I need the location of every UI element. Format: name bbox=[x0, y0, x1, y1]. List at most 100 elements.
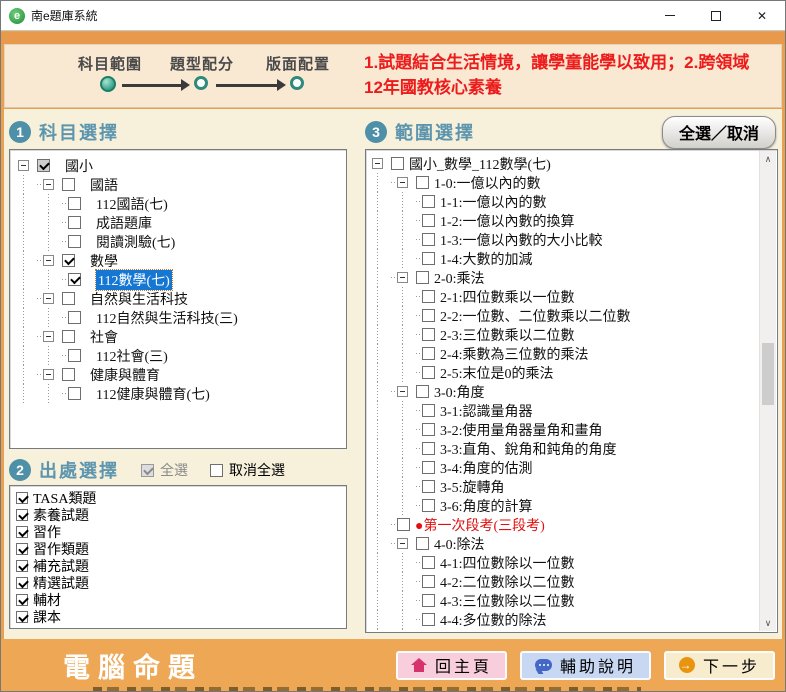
collapse-icon[interactable] bbox=[43, 179, 54, 190]
tree-label[interactable]: 1-0:一億以內的數 bbox=[434, 173, 541, 193]
tree-checkbox[interactable] bbox=[422, 404, 435, 417]
tree-node[interactable]: 4-4:多位數的除法 bbox=[372, 610, 757, 629]
tree-label[interactable]: 4-2:二位數除以二位數 bbox=[440, 572, 575, 592]
tree-label[interactable]: 2-4:乘數為三位數的乘法 bbox=[440, 344, 589, 364]
tree-checkbox[interactable] bbox=[422, 290, 435, 303]
close-button[interactable]: ✕ bbox=[739, 1, 785, 30]
tree-label[interactable]: 4-5:末位是0的除法 bbox=[440, 629, 554, 634]
tree-label[interactable]: 4-3:三位數除以二位數 bbox=[440, 591, 575, 611]
tree-label[interactable]: 112健康與體育(七) bbox=[96, 384, 210, 404]
tree-label[interactable]: 1-2:一億以內數的換算 bbox=[440, 211, 575, 231]
tree-checkbox[interactable] bbox=[397, 518, 410, 531]
tree-checkbox[interactable] bbox=[62, 254, 75, 267]
tree-node[interactable]: 3-3:直角、銳角和鈍角的角度 bbox=[372, 439, 757, 458]
collapse-icon[interactable] bbox=[43, 293, 54, 304]
tree-node[interactable]: 健康與體育 bbox=[18, 365, 344, 384]
scrollbar[interactable]: ∧ ∨ bbox=[759, 151, 776, 631]
tree-node[interactable]: 3-2:使用量角器量角和畫角 bbox=[372, 420, 757, 439]
tree-checkbox[interactable] bbox=[68, 235, 81, 248]
tree-checkbox[interactable] bbox=[62, 292, 75, 305]
source-list-item[interactable]: TASA類題 bbox=[16, 489, 344, 506]
collapse-icon[interactable] bbox=[43, 331, 54, 342]
collapse-icon[interactable] bbox=[43, 255, 54, 266]
collapse-icon[interactable] bbox=[18, 160, 29, 171]
tree-label[interactable]: 4-0:除法 bbox=[434, 534, 485, 554]
tree-label[interactable]: 3-6:角度的計算 bbox=[440, 496, 533, 516]
source-checkbox[interactable] bbox=[16, 611, 28, 623]
tree-label[interactable]: 2-1:四位數乘以一位數 bbox=[440, 287, 575, 307]
tree-node[interactable]: 4-3:三位數除以二位數 bbox=[372, 591, 757, 610]
tree-node[interactable]: 社會 bbox=[18, 327, 344, 346]
tree-node[interactable]: 4-1:四位數除以一位數 bbox=[372, 553, 757, 572]
tree-checkbox[interactable] bbox=[68, 311, 81, 324]
tree-node[interactable]: 112國語(七) bbox=[18, 194, 344, 213]
tree-node[interactable]: 1-0:一億以內的數 bbox=[372, 173, 757, 192]
tree-checkbox[interactable] bbox=[416, 385, 429, 398]
tree-node[interactable]: 3-1:認識量角器 bbox=[372, 401, 757, 420]
source-list-item[interactable]: 補充試題 bbox=[16, 557, 344, 574]
tree-node[interactable]: 1-3:一億以內數的大小比較 bbox=[372, 230, 757, 249]
tree-node[interactable]: 2-3:三位數乘以二位數 bbox=[372, 325, 757, 344]
tree-label[interactable]: 3-2:使用量角器量角和畫角 bbox=[440, 420, 603, 440]
tree-checkbox[interactable] bbox=[422, 252, 435, 265]
tree-node[interactable]: 4-0:除法 bbox=[372, 534, 757, 553]
tree-label[interactable]: 2-2:一位數、二位數乘以二位數 bbox=[440, 306, 631, 326]
source-checkbox[interactable] bbox=[16, 560, 28, 572]
tree-node[interactable]: 4-5:末位是0的除法 bbox=[372, 629, 757, 633]
tree-label[interactable]: 3-4:角度的估測 bbox=[440, 458, 533, 478]
next-button[interactable]: →下一步 bbox=[664, 651, 775, 680]
tree-label[interactable]: 112自然與生活科技(三) bbox=[96, 308, 238, 328]
tree-checkbox[interactable] bbox=[62, 368, 75, 381]
tree-checkbox[interactable] bbox=[422, 480, 435, 493]
maximize-button[interactable] bbox=[693, 1, 739, 30]
source-checkbox[interactable] bbox=[16, 526, 28, 538]
tree-node[interactable]: 112健康與體育(七) bbox=[18, 384, 344, 403]
tree-checkbox[interactable] bbox=[416, 176, 429, 189]
tree-checkbox[interactable] bbox=[422, 214, 435, 227]
tree-label[interactable]: 112社會(三) bbox=[96, 346, 168, 366]
collapse-icon[interactable] bbox=[397, 177, 408, 188]
tree-checkbox[interactable] bbox=[68, 349, 81, 362]
tree-checkbox[interactable] bbox=[422, 233, 435, 246]
tree-node[interactable]: 4-2:二位數除以二位數 bbox=[372, 572, 757, 591]
tree-checkbox[interactable] bbox=[62, 330, 75, 343]
source-list-item[interactable]: 精選試題 bbox=[16, 574, 344, 591]
tree-checkbox[interactable] bbox=[422, 347, 435, 360]
tree-label[interactable]: 國小_數學_112數學(七) bbox=[409, 154, 551, 174]
collapse-icon[interactable] bbox=[397, 386, 408, 397]
tree-checkbox[interactable] bbox=[422, 632, 435, 633]
tree-checkbox[interactable] bbox=[68, 273, 81, 286]
tree-label[interactable]: 自然與生活科技 bbox=[90, 289, 188, 309]
deselect-all-checkbox-box[interactable] bbox=[210, 464, 223, 477]
tree-label[interactable]: 3-1:認識量角器 bbox=[440, 401, 533, 421]
tree-label[interactable]: ●第一次段考(三段考) bbox=[415, 515, 545, 535]
minimize-button[interactable] bbox=[647, 1, 693, 30]
tree-checkbox[interactable] bbox=[422, 309, 435, 322]
tree-checkbox[interactable] bbox=[37, 159, 50, 172]
scroll-down-icon[interactable]: ∨ bbox=[760, 615, 776, 631]
tree-node[interactable]: 2-1:四位數乘以一位數 bbox=[372, 287, 757, 306]
tree-checkbox[interactable] bbox=[422, 575, 435, 588]
tree-node[interactable]: 112社會(三) bbox=[18, 346, 344, 365]
collapse-icon[interactable] bbox=[397, 538, 408, 549]
scroll-up-icon[interactable]: ∧ bbox=[760, 151, 776, 167]
tree-label[interactable]: 閱讀測驗(七) bbox=[96, 232, 175, 252]
tree-checkbox[interactable] bbox=[68, 387, 81, 400]
tree-label[interactable]: 2-3:三位數乘以二位數 bbox=[440, 325, 575, 345]
tree-checkbox[interactable] bbox=[422, 366, 435, 379]
deselect-all-checkbox[interactable]: 取消全選 bbox=[210, 460, 285, 480]
tree-label[interactable]: 國小 bbox=[65, 156, 93, 176]
tree-label[interactable]: 1-4:大數的加減 bbox=[440, 249, 533, 269]
tree-node[interactable]: 112自然與生活科技(三) bbox=[18, 308, 344, 327]
tree-label[interactable]: 1-3:一億以內數的大小比較 bbox=[440, 230, 603, 250]
tree-node[interactable]: 自然與生活科技 bbox=[18, 289, 344, 308]
source-list-item[interactable]: 習作 bbox=[16, 523, 344, 540]
scroll-thumb[interactable] bbox=[762, 343, 774, 405]
tree-node[interactable]: ●第一次段考(三段考) bbox=[372, 515, 757, 534]
source-checkbox[interactable] bbox=[16, 492, 28, 504]
help-button[interactable]: 輔助說明 bbox=[520, 651, 651, 680]
tree-node[interactable]: 2-0:乘法 bbox=[372, 268, 757, 287]
tree-node[interactable]: 1-4:大數的加減 bbox=[372, 249, 757, 268]
tree-checkbox[interactable] bbox=[422, 613, 435, 626]
tree-checkbox[interactable] bbox=[422, 499, 435, 512]
